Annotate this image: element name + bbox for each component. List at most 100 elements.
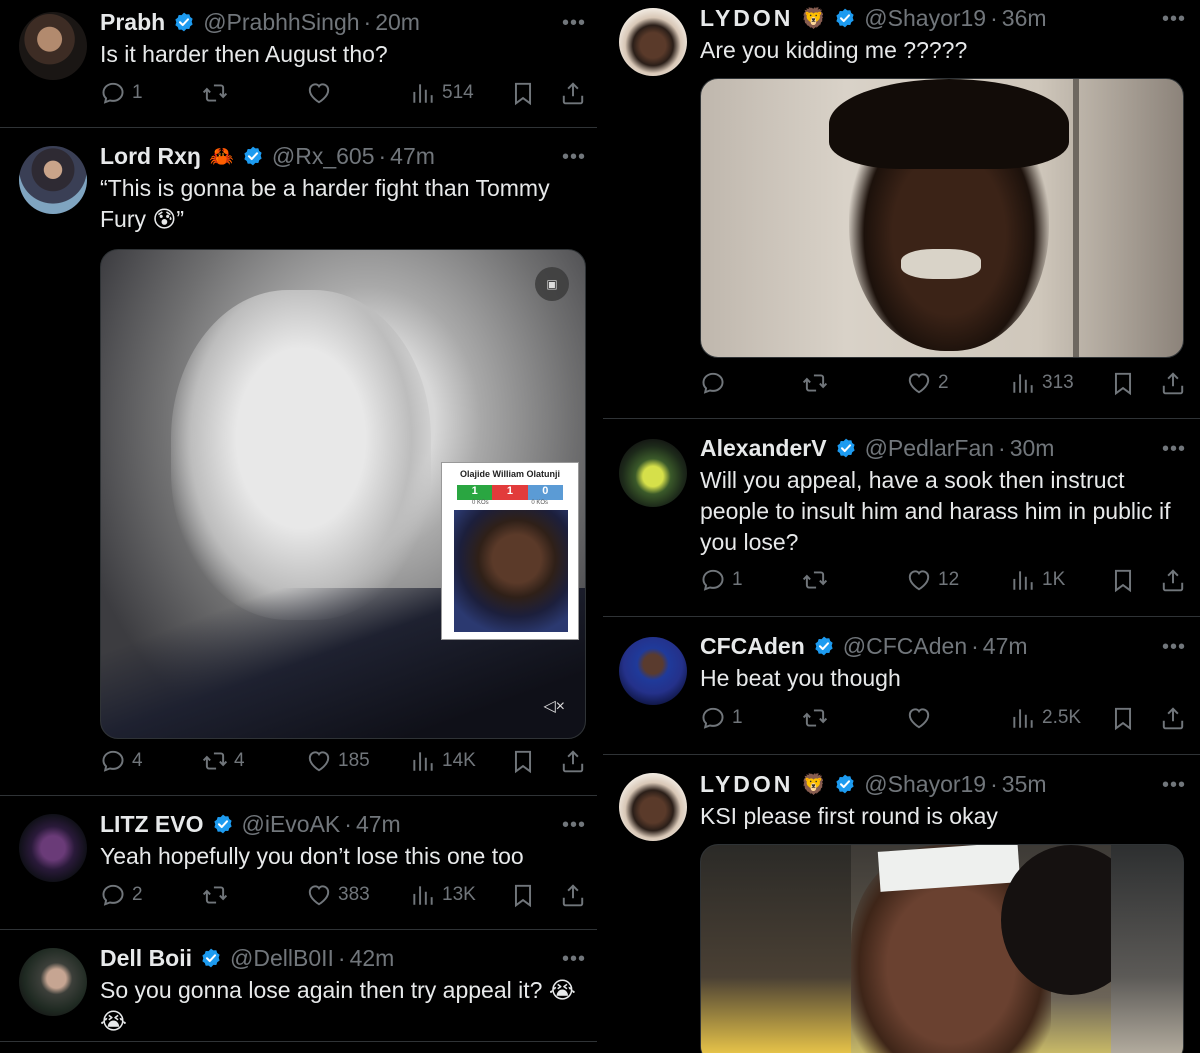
- avatar[interactable]: [619, 773, 687, 841]
- tweet-lydon-1[interactable]: LYDON 🦁 @Shayor19 · 36m ••• Are you kidd…: [600, 0, 1200, 419]
- author-handle[interactable]: @Shayor19: [864, 5, 986, 32]
- timestamp[interactable]: 30m: [1010, 435, 1055, 462]
- share-button[interactable]: [1160, 367, 1186, 399]
- avatar[interactable]: [19, 12, 87, 80]
- tweet-litz-evo[interactable]: LITZ EVO @iEvoAK · 47m ••• Yeah hopefull…: [0, 796, 600, 930]
- views-button[interactable]: 14K: [410, 745, 476, 777]
- reply-button[interactable]: 1: [700, 564, 743, 596]
- more-icon[interactable]: •••: [1162, 636, 1186, 659]
- tweet-lydon-2[interactable]: LYDON 🦁 @Shayor19 · 35m ••• KSI please f…: [600, 755, 1200, 1053]
- author-handle[interactable]: @DellB0II: [230, 945, 334, 972]
- image-hair: [829, 79, 1069, 169]
- bookmark-button[interactable]: [510, 745, 536, 777]
- tweet-alexanderv[interactable]: AlexanderV @PedlarFan · 30m ••• Will you…: [600, 419, 1200, 617]
- separator-dot: ·: [990, 770, 998, 797]
- retweet-button[interactable]: [802, 702, 828, 734]
- more-icon[interactable]: •••: [562, 948, 586, 971]
- avatar[interactable]: [19, 814, 87, 882]
- avatar[interactable]: [619, 637, 687, 705]
- tweet-text: Yeah hopefully you don’t lose this one t…: [100, 843, 524, 869]
- more-icon[interactable]: •••: [562, 12, 586, 35]
- reply-button[interactable]: 2: [100, 879, 143, 911]
- share-button[interactable]: [560, 745, 586, 777]
- views-button[interactable]: 514: [410, 77, 474, 109]
- reply-button[interactable]: [700, 367, 726, 399]
- timestamp[interactable]: 35m: [1002, 771, 1047, 798]
- more-icon[interactable]: •••: [1162, 438, 1186, 461]
- like-button[interactable]: 383: [306, 879, 370, 911]
- tweet-video[interactable]: ▣ Olajide William Olatunji 1 1 0 0 KOs 0…: [100, 249, 586, 739]
- mute-icon[interactable]: ◁×: [543, 696, 565, 716]
- like-button[interactable]: 2: [906, 367, 949, 399]
- share-button[interactable]: [1160, 702, 1186, 734]
- timestamp[interactable]: 47m: [983, 633, 1028, 660]
- tweet-text: He beat you though: [700, 665, 901, 691]
- reply-button[interactable]: 4: [100, 745, 143, 777]
- bookmark-button[interactable]: [1110, 564, 1136, 596]
- retweet-button[interactable]: [802, 564, 828, 596]
- like-count: 12: [938, 569, 960, 590]
- views-button[interactable]: 313: [1010, 367, 1074, 399]
- author-name[interactable]: Prabh: [100, 9, 165, 36]
- author-handle[interactable]: @PrabhhSingh: [203, 9, 359, 36]
- tweet-lord-rxn[interactable]: Lord Rxŋ 🦀 @Rx_605 · 47m ••• “This is go…: [0, 128, 600, 796]
- more-icon[interactable]: •••: [1162, 8, 1186, 31]
- avatar[interactable]: [19, 146, 87, 214]
- timestamp[interactable]: 47m: [390, 143, 435, 170]
- share-button[interactable]: [560, 879, 586, 911]
- avatar[interactable]: [619, 439, 687, 507]
- author-name[interactable]: LYDON: [700, 771, 793, 798]
- bookmark-button[interactable]: [1110, 367, 1136, 399]
- tweet-prabh[interactable]: Prabh @PrabhhSingh · 20m ••• Is it harde…: [0, 0, 600, 128]
- author-handle[interactable]: @iEvoAK: [242, 811, 341, 838]
- timestamp[interactable]: 36m: [1002, 5, 1047, 32]
- views-button[interactable]: 1K: [1010, 564, 1065, 596]
- author-handle[interactable]: @Rx_605: [272, 143, 375, 170]
- reply-button[interactable]: 1: [100, 77, 143, 109]
- timestamp[interactable]: 20m: [375, 9, 420, 36]
- tweet-dell-boii[interactable]: Dell Boii @DellB0II · 42m ••• So you gon…: [0, 930, 600, 1042]
- like-button[interactable]: 12: [906, 564, 959, 596]
- tweet-image[interactable]: [700, 78, 1184, 358]
- timestamp[interactable]: 42m: [350, 945, 395, 972]
- retweet-button[interactable]: [202, 879, 228, 911]
- author-handle[interactable]: @Shayor19: [864, 771, 986, 798]
- retweet-button[interactable]: [802, 367, 828, 399]
- share-button[interactable]: [1160, 564, 1186, 596]
- author-name[interactable]: AlexanderV: [700, 435, 827, 462]
- like-button[interactable]: [306, 77, 332, 109]
- like-count: 185: [338, 750, 370, 771]
- avatar[interactable]: [619, 8, 687, 76]
- reply-button[interactable]: 1: [700, 702, 743, 734]
- gif-icon[interactable]: ▣: [535, 267, 569, 301]
- retweet-button[interactable]: 4: [202, 745, 245, 777]
- bookmark-button[interactable]: [510, 879, 536, 911]
- author-name[interactable]: Dell Boii: [100, 945, 192, 972]
- tweet-text: Is it harder then August tho?: [100, 41, 388, 67]
- views-button[interactable]: 13K: [410, 879, 476, 911]
- bookmark-button[interactable]: [510, 77, 536, 109]
- share-button[interactable]: [560, 77, 586, 109]
- views-count: 13K: [442, 884, 476, 905]
- author-name[interactable]: LYDON: [700, 5, 793, 32]
- inset-image: Olajide William Olatunji 1 1 0 0 KOs 0 K…: [441, 462, 579, 640]
- timestamp[interactable]: 47m: [356, 811, 401, 838]
- bookmark-button[interactable]: [1110, 702, 1136, 734]
- author-name[interactable]: CFCAden: [700, 633, 805, 660]
- more-icon[interactable]: •••: [562, 146, 586, 169]
- author-name[interactable]: Lord Rxŋ: [100, 143, 201, 170]
- like-button[interactable]: 185: [306, 745, 370, 777]
- tweet-cfcaden[interactable]: CFCAden @CFCAden · 47m ••• He beat you t…: [600, 617, 1200, 755]
- author-name[interactable]: LITZ EVO: [100, 811, 204, 838]
- author-handle[interactable]: @PedlarFan: [865, 435, 994, 462]
- more-icon[interactable]: •••: [1162, 774, 1186, 797]
- tweet-image[interactable]: [700, 844, 1184, 1053]
- views-count: 1K: [1042, 569, 1066, 590]
- like-button[interactable]: [906, 702, 932, 734]
- avatar[interactable]: [19, 948, 87, 1016]
- retweet-button[interactable]: [202, 77, 228, 109]
- views-button[interactable]: 2.5K: [1010, 702, 1081, 734]
- more-icon[interactable]: •••: [562, 814, 586, 837]
- action-bar: 2 383 13K: [100, 879, 586, 911]
- author-handle[interactable]: @CFCAden: [843, 633, 967, 660]
